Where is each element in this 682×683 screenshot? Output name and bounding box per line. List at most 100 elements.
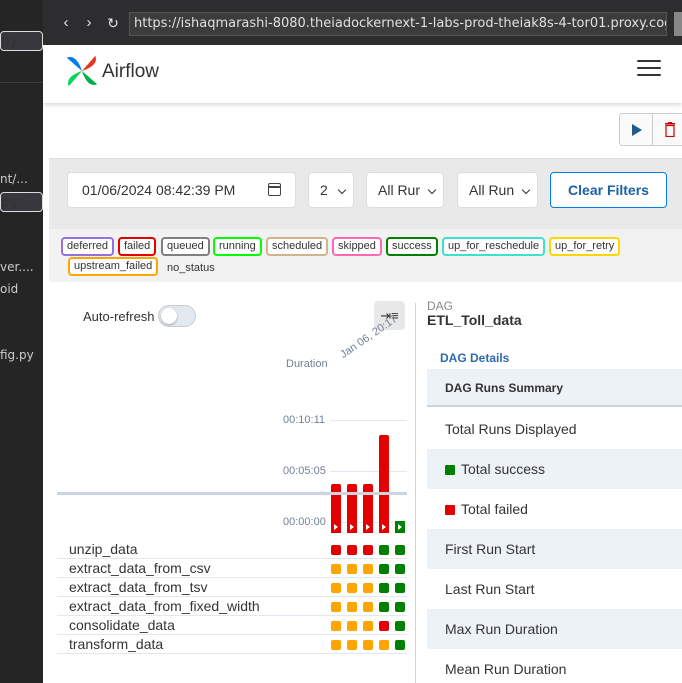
- airflow-logo-icon[interactable]: [63, 52, 101, 90]
- state-badge-queued[interactable]: queued: [161, 237, 210, 256]
- explorer-item[interactable]: ver....: [0, 260, 34, 274]
- autorefresh-label: Auto-refresh: [83, 309, 155, 324]
- run-type-select[interactable]: All Rur: [366, 172, 444, 208]
- task-instance-square[interactable]: [347, 640, 357, 650]
- explorer-item-selected[interactable]: py: [0, 192, 43, 212]
- url-bar[interactable]: https://ishaqmarashi-8080.theiadockernex…: [129, 12, 667, 36]
- state-badge-failed[interactable]: failed: [118, 237, 157, 256]
- task-instance-square[interactable]: [347, 602, 357, 612]
- task-instance-square[interactable]: [331, 545, 341, 555]
- base-date-input[interactable]: 01/06/2024 08:42:39 PM: [67, 172, 296, 208]
- summary-row-label: Total success: [461, 461, 546, 477]
- run-state-select[interactable]: All Run: [457, 172, 538, 208]
- state-badge-upstream-failed[interactable]: upstream_failed: [68, 257, 159, 276]
- task-name[interactable]: extract_data_from_fixed_width: [69, 598, 260, 614]
- hamburger-menu-icon[interactable]: [637, 60, 661, 78]
- task-instance-square[interactable]: [395, 640, 405, 650]
- task-name[interactable]: extract_data_from_tsv: [69, 579, 208, 595]
- run-type-value: All Rur: [378, 182, 421, 198]
- explorer-divider: [0, 82, 43, 83]
- trigger-dag-button[interactable]: [619, 113, 653, 146]
- duration-tick-label: 00:00:00: [283, 516, 326, 528]
- browser-toolbar: ‹ › ↻ https://ishaqmarashi-8080.theiadoc…: [43, 0, 682, 45]
- task-instance-square[interactable]: [347, 583, 357, 593]
- calendar-icon[interactable]: [268, 183, 281, 196]
- gridline: [330, 420, 407, 421]
- run-duration-bar[interactable]: [395, 521, 405, 533]
- state-badge-no-status[interactable]: no_status: [167, 261, 215, 276]
- num-runs-select[interactable]: 2: [308, 172, 354, 208]
- explorer-item[interactable]: nt/...: [0, 172, 28, 186]
- task-instance-square[interactable]: [395, 545, 405, 555]
- task-instance-square[interactable]: [331, 583, 341, 593]
- task-instance-square[interactable]: [363, 602, 373, 612]
- state-badge-success[interactable]: success: [386, 237, 438, 256]
- task-instance-square[interactable]: [363, 621, 373, 631]
- delete-dag-button[interactable]: [652, 113, 682, 146]
- task-row[interactable]: consolidate_data: [57, 616, 407, 635]
- task-row[interactable]: extract_data_from_csv: [57, 559, 407, 578]
- dag-action-row: [43, 103, 682, 158]
- state-badge-deferred[interactable]: deferred: [61, 237, 114, 256]
- task-row[interactable]: unzip_data: [57, 540, 407, 559]
- task-instance-square[interactable]: [363, 640, 373, 650]
- toggle-knob: [161, 308, 177, 324]
- task-instance-square[interactable]: [395, 621, 405, 631]
- state-badge-up-for-reschedule[interactable]: up_for_reschedule: [442, 237, 546, 256]
- run-duration-bar[interactable]: [379, 435, 389, 533]
- task-instance-square[interactable]: [379, 602, 389, 612]
- task-instance-square[interactable]: [331, 640, 341, 650]
- task-row[interactable]: extract_data_from_tsv: [57, 578, 407, 597]
- state-badge-running[interactable]: running: [213, 237, 262, 256]
- autorefresh-toggle[interactable]: [158, 305, 196, 327]
- task-instance-square[interactable]: [347, 545, 357, 555]
- dag-id[interactable]: ETL_Toll_data: [427, 312, 522, 328]
- summary-row: Last Run Start: [427, 569, 682, 609]
- task-instance-square[interactable]: [379, 621, 389, 631]
- state-badge-scheduled[interactable]: scheduled: [266, 237, 329, 256]
- task-instance-square[interactable]: [331, 602, 341, 612]
- task-instance-square[interactable]: [379, 640, 389, 650]
- airflow-app: Airflow 01/06/2024 08:42:39 PM 2 All Rur…: [43, 45, 682, 683]
- run-play-icon: [363, 520, 373, 533]
- task-instance-square[interactable]: [363, 545, 373, 555]
- task-row[interactable]: extract_data_from_fixed_width: [57, 597, 407, 616]
- task-row[interactable]: transform_data: [57, 635, 407, 654]
- clear-filters-button[interactable]: Clear Filters: [550, 172, 667, 208]
- panel-divider[interactable]: [415, 303, 416, 683]
- task-instance-square[interactable]: [331, 621, 341, 631]
- task-instance-square[interactable]: [363, 564, 373, 574]
- task-instance-square[interactable]: [347, 564, 357, 574]
- reload-icon[interactable]: ↻: [104, 13, 122, 33]
- task-name[interactable]: transform_data: [69, 636, 163, 652]
- task-instance-square[interactable]: [395, 602, 405, 612]
- task-name[interactable]: extract_data_from_csv: [69, 560, 211, 576]
- state-dot-icon: [445, 505, 455, 515]
- state-badge-up-for-retry[interactable]: up_for_retry: [549, 237, 621, 256]
- summary-row: Max Run Duration: [427, 609, 682, 649]
- back-icon[interactable]: ‹: [57, 13, 75, 33]
- explorer-item[interactable]: oid: [0, 282, 18, 296]
- summary-row: Total Runs Displayed: [427, 409, 682, 449]
- task-instance-square[interactable]: [379, 545, 389, 555]
- tab-dag-details[interactable]: DAG Details: [440, 351, 509, 365]
- forward-icon[interactable]: ›: [80, 13, 98, 33]
- filter-panel: 01/06/2024 08:42:39 PM 2 All Rur All Run…: [49, 158, 682, 282]
- brand-name[interactable]: Airflow: [102, 61, 159, 83]
- task-instance-square[interactable]: [379, 564, 389, 574]
- task-instance-square[interactable]: [331, 564, 341, 574]
- base-date-value: 01/06/2024 08:42:39 PM: [82, 182, 236, 198]
- state-badge-skipped[interactable]: skipped: [332, 237, 382, 256]
- task-instance-square[interactable]: [395, 583, 405, 593]
- explorer-item[interactable]: fig.py: [0, 348, 34, 362]
- filter-row: 01/06/2024 08:42:39 PM 2 All Rur All Run…: [49, 159, 682, 229]
- task-instance-square[interactable]: [363, 583, 373, 593]
- task-instance-square[interactable]: [379, 583, 389, 593]
- duration-axis-label: Duration: [286, 358, 328, 370]
- explorer-item[interactable]: py...: [0, 31, 43, 51]
- task-name[interactable]: consolidate_data: [69, 617, 175, 633]
- task-name[interactable]: unzip_data: [69, 541, 138, 557]
- task-instance-square[interactable]: [347, 621, 357, 631]
- task-instance-square[interactable]: [395, 564, 405, 574]
- dag-details-panel: DAG ETL_Toll_data DAG Details DAG Runs S…: [421, 295, 682, 683]
